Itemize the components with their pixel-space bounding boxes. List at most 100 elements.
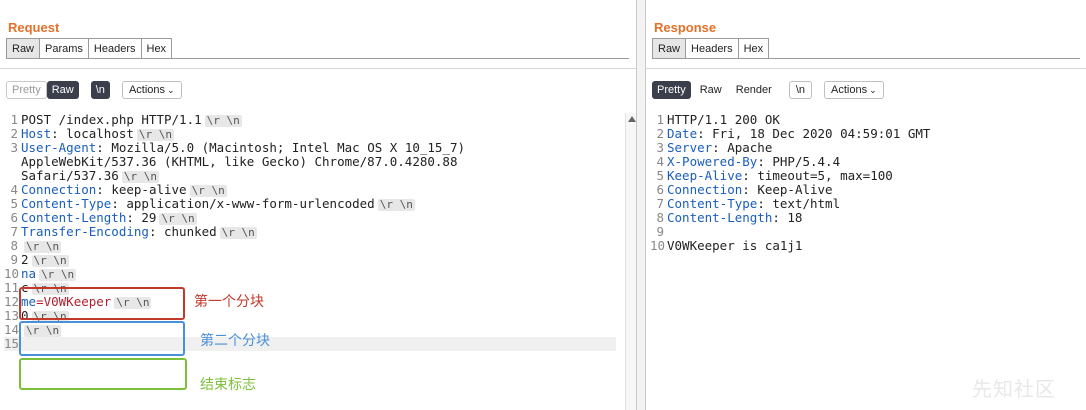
code-line: 9 xyxy=(650,225,1070,239)
second-chunk-box xyxy=(19,321,185,356)
line-number: 6 xyxy=(656,182,664,197)
header-name: Server xyxy=(667,140,713,155)
line-number: 7 xyxy=(656,196,664,211)
line-number: 10 xyxy=(4,266,20,281)
line-text: 2 xyxy=(21,252,29,267)
tab-params[interactable]: Params xyxy=(39,38,89,58)
header-name: User-Agent xyxy=(21,140,97,155)
code-line: 7 Content-Type: text/html xyxy=(650,197,1070,211)
raw-button[interactable]: Raw xyxy=(695,81,727,99)
line-text: : Keep-Alive xyxy=(742,182,833,197)
newline-toggle-button[interactable]: \n xyxy=(90,81,110,99)
line-text: POST /index.php HTTP/1.1 xyxy=(21,112,202,127)
end-marker-label: 结束标志 xyxy=(200,377,256,393)
pretty-button[interactable]: Pretty xyxy=(6,81,47,99)
newline-toggle-button[interactable]: \n xyxy=(788,81,813,99)
line-number: 4 xyxy=(656,154,664,169)
tab-headers[interactable]: Headers xyxy=(87,38,142,58)
watermark: 先知社区 xyxy=(972,377,1056,401)
actions-button[interactable]: Actions ⌄ xyxy=(824,81,884,99)
render-button[interactable]: Render xyxy=(731,81,777,99)
header-name: Content-Type xyxy=(21,196,112,211)
response-pane: Response Raw Headers Hex Pretty Raw Rend… xyxy=(646,0,1086,410)
code-line: 2 Date: Fri, 18 Dec 2020 04:59:01 GMT xyxy=(650,127,1070,141)
line-text: : localhost xyxy=(51,126,134,141)
raw-button[interactable]: Raw xyxy=(46,81,79,99)
header-name: Keep-Alive xyxy=(667,168,743,183)
line-number: 11 xyxy=(4,280,20,295)
code-line: 9 2 \r \n xyxy=(4,253,616,267)
line-number: 8 xyxy=(10,238,18,253)
line-text: : timeout=5, max=100 xyxy=(742,168,893,183)
response-viewer[interactable]: 1 HTTP/1.1 200 OK 2 Date: Fri, 18 Dec 2020 … xyxy=(650,113,1070,253)
request-scrollbar[interactable] xyxy=(625,113,636,410)
code-line: 3 Server: Apache xyxy=(650,141,1070,155)
crlf-marker: \r \n xyxy=(31,254,69,267)
toolbar-divider xyxy=(0,68,636,69)
request-pane: Request Raw Params Headers Hex Pretty Ra… xyxy=(0,0,636,410)
actions-label: Actions xyxy=(831,84,868,96)
scroll-up-icon[interactable] xyxy=(628,116,636,122)
line-text: : chunked xyxy=(148,224,217,239)
pane-splitter[interactable] xyxy=(636,0,646,410)
line-number: 6 xyxy=(10,210,18,225)
line-number: 2 xyxy=(10,126,18,141)
code-line: AppleWebKit/537.36 (KHTML, like Gecko) C… xyxy=(4,155,616,169)
code-line: 6 Connection: Keep-Alive xyxy=(650,183,1070,197)
code-line: 7 Transfer-Encoding: chunked \r \n xyxy=(4,225,616,239)
line-text: : 29 xyxy=(126,210,157,225)
crlf-marker: \r \n xyxy=(24,240,62,253)
line-number: 2 xyxy=(656,126,664,141)
line-number: 7 xyxy=(10,224,18,239)
tab-hex[interactable]: Hex xyxy=(140,38,173,58)
code-line: 1 POST /index.php HTTP/1.1 \r \n xyxy=(4,113,616,127)
line-number: 13 xyxy=(4,308,20,323)
header-name: na xyxy=(21,266,37,281)
response-tabs: Raw Headers Hex xyxy=(652,38,1080,59)
chevron-down-icon: ⌄ xyxy=(167,85,175,95)
code-line: 5 Content-Type: application/x-www-form-ur… xyxy=(4,197,616,211)
line-number: 3 xyxy=(656,140,664,155)
response-toolbar: Pretty Raw Render \n Actions ⌄ xyxy=(652,81,884,99)
chevron-down-icon: ⌄ xyxy=(869,85,877,95)
actions-label: Actions xyxy=(128,84,166,96)
line-number: 9 xyxy=(10,252,18,267)
request-title: Request xyxy=(8,20,60,35)
line-text: V0WKeeper is ca1j1 xyxy=(667,238,803,253)
crlf-marker: \r \n xyxy=(377,198,415,211)
line-text: AppleWebKit/537.36 (KHTML, like Gecko) C… xyxy=(21,154,458,169)
crlf-marker: \r \n xyxy=(39,268,77,281)
line-number: 15 xyxy=(4,336,20,351)
tab-raw[interactable]: Raw xyxy=(652,38,687,58)
code-line: 8 \r \n xyxy=(4,239,616,253)
crlf-marker: \r \n xyxy=(204,114,242,127)
line-text: : Apache xyxy=(712,140,773,155)
pretty-button[interactable]: Pretty xyxy=(652,81,691,99)
code-line: 10 V0WKeeper is ca1j1 xyxy=(650,239,1070,253)
header-name: X-Powered-By xyxy=(667,154,758,169)
line-number: 1 xyxy=(656,112,664,127)
header-name: Date xyxy=(667,126,698,141)
header-name: Content-Length xyxy=(21,210,127,225)
crlf-marker: \r \n xyxy=(219,226,257,239)
line-text: : 18 xyxy=(772,210,803,225)
header-name: Transfer-Encoding xyxy=(21,224,149,239)
line-number: 10 xyxy=(650,238,666,253)
line-text: : Fri, 18 Dec 2020 04:59:01 GMT xyxy=(697,126,931,141)
toolbar-divider xyxy=(646,68,1086,69)
line-number: 1 xyxy=(10,112,18,127)
tab-headers[interactable]: Headers xyxy=(685,38,739,58)
line-text: : PHP/5.4.4 xyxy=(757,154,841,169)
code-line: 10 na \r \n xyxy=(4,267,616,281)
first-chunk-label: 第一个分块 xyxy=(194,294,264,310)
code-line: 4 X-Powered-By: PHP/5.4.4 xyxy=(650,155,1070,169)
code-line: 2 Host: localhost \r \n xyxy=(4,127,616,141)
tab-raw[interactable]: Raw xyxy=(6,38,41,58)
actions-button[interactable]: Actions ⌄ xyxy=(121,81,182,99)
line-text: : application/x-www-form-urlencoded xyxy=(111,196,375,211)
code-line: 5 Keep-Alive: timeout=5, max=100 xyxy=(650,169,1070,183)
line-number: 5 xyxy=(656,168,664,183)
line-number: 9 xyxy=(656,224,664,239)
tab-hex[interactable]: Hex xyxy=(737,38,770,58)
line-number: 5 xyxy=(10,196,18,211)
